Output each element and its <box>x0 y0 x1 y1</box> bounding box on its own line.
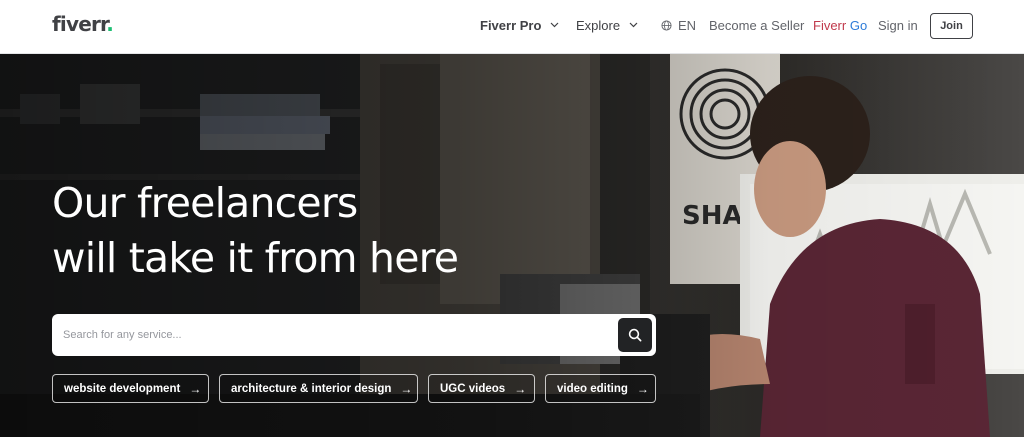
hero-headline-line1: Our freelancers <box>52 179 358 227</box>
nav-sign-in[interactable]: Sign in <box>878 18 918 33</box>
arrow-right-icon: → <box>189 381 202 396</box>
chevron-down-icon <box>550 22 559 28</box>
hero-headline: Our freelancers will take it from here <box>52 176 612 286</box>
nav-fiverr-pro-label: Fiverr Pro <box>480 18 542 33</box>
search-button[interactable] <box>618 318 652 352</box>
nav-language[interactable]: EN <box>661 18 696 33</box>
search-bar <box>52 314 656 356</box>
chip-label: video editing <box>557 382 628 395</box>
globe-icon <box>661 20 672 31</box>
chip-ugc-videos[interactable]: UGC videos → <box>428 374 535 403</box>
fiverr-go-suffix: Go <box>849 18 868 33</box>
arrow-right-icon: → <box>514 381 527 396</box>
chip-website-development[interactable]: website development → <box>52 374 209 403</box>
search-icon <box>628 328 642 342</box>
search-input[interactable] <box>52 314 618 356</box>
chip-label: website development <box>64 382 181 395</box>
nav-fiverr-go[interactable]: Fiverr Go <box>813 18 867 33</box>
chip-label: architecture & interior design <box>231 382 392 395</box>
join-button[interactable]: Join <box>930 13 973 39</box>
nav-explore[interactable]: Explore <box>576 18 638 33</box>
chevron-down-icon <box>629 22 638 28</box>
arrow-right-icon: → <box>400 381 413 396</box>
nav-become-seller[interactable]: Become a Seller <box>709 18 804 33</box>
arrow-right-icon: → <box>636 381 649 396</box>
top-navigation-bar: fiverr. Fiverr Pro Explore EN Become a S… <box>0 0 1024 54</box>
chip-label: UGC videos <box>440 382 506 395</box>
nav-fiverr-pro[interactable]: Fiverr Pro <box>480 18 559 33</box>
nav-language-label: EN <box>678 18 697 33</box>
chip-video-editing[interactable]: video editing → <box>545 374 656 403</box>
main-nav: Fiverr Pro Explore EN Become a Seller Fi… <box>0 0 1024 54</box>
hero-section: SHA Our freelancers will take it from he… <box>0 54 1024 437</box>
fiverr-go-prefix: Fiverr <box>813 18 847 33</box>
nav-explore-label: Explore <box>576 18 621 33</box>
chip-architecture-interior-design[interactable]: architecture & interior design → <box>219 374 418 403</box>
hero-headline-line2: will take it from here <box>52 234 459 282</box>
